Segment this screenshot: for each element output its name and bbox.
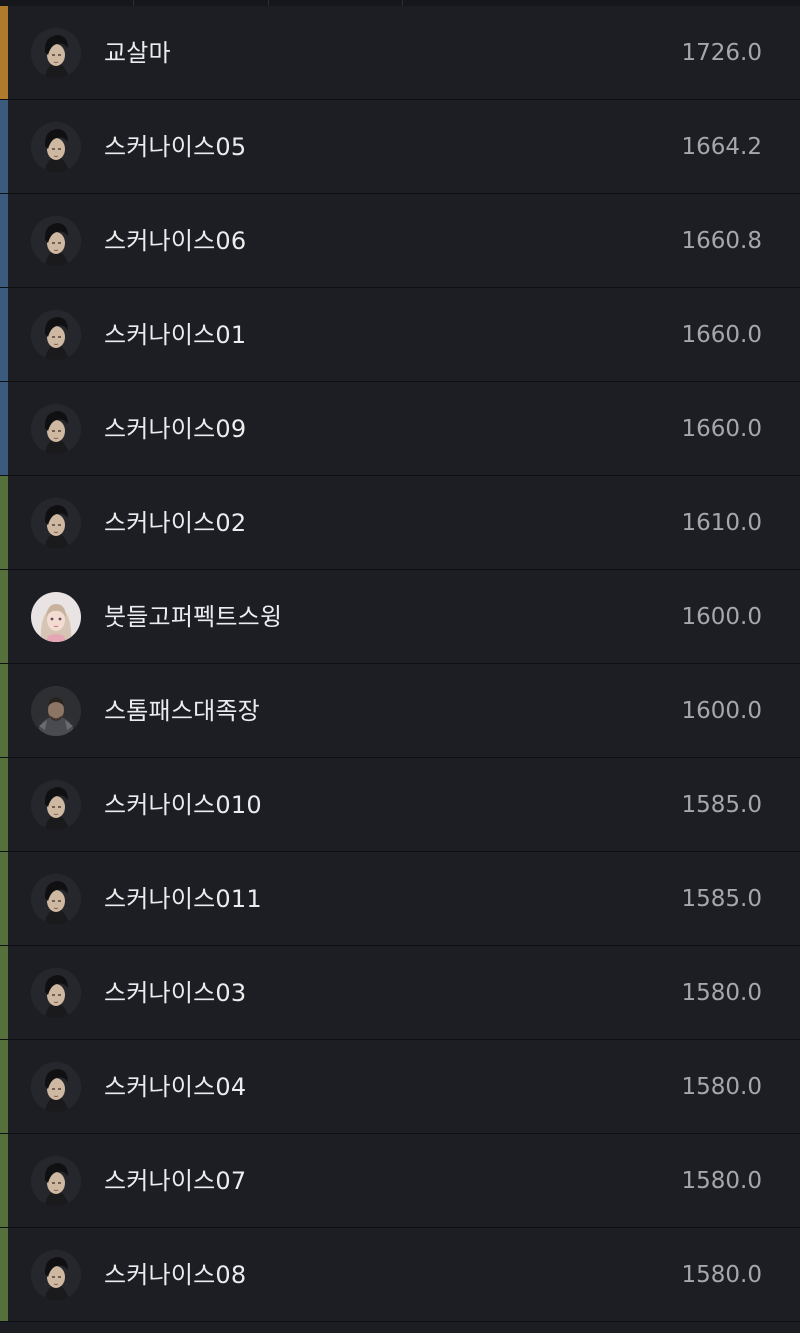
tier-indicator-blue: [0, 194, 8, 287]
player-score: 1580.0: [681, 980, 762, 1006]
ranking-row[interactable]: 교살마 1726.0: [0, 6, 800, 100]
player-name: 스커나이스09: [104, 415, 247, 443]
player-score: 1610.0: [681, 510, 762, 536]
player-name: 스커나이스010: [104, 791, 262, 819]
dark-haired-male-portrait-icon: [31, 28, 81, 78]
dark-haired-male-portrait-icon: [31, 1250, 81, 1300]
player-score: 1660.0: [681, 322, 762, 348]
player-score: 1580.0: [681, 1262, 762, 1288]
tier-indicator-green: [0, 946, 8, 1039]
player-name: 스커나이스05: [104, 133, 247, 161]
tier-indicator-green: [0, 1228, 8, 1321]
ranking-row[interactable]: 스톰패스대족장 1600.0: [0, 664, 800, 758]
ranking-row[interactable]: 스커나이스08 1580.0: [0, 1228, 800, 1322]
player-score: 1600.0: [681, 604, 762, 630]
tier-indicator-green: [0, 1040, 8, 1133]
ranking-row[interactable]: 스커나이스011 1585.0: [0, 852, 800, 946]
tier-indicator-blue: [0, 100, 8, 193]
tier-indicator-blue: [0, 382, 8, 475]
player-name: 붓들고퍼펙트스윙: [104, 603, 283, 631]
ranking-row[interactable]: 스커나이스05 1664.2: [0, 100, 800, 194]
ranking-list: 교살마 1726.0 스커나이스05 1664.2 스커나이스06 1660.8 스커나이스…: [0, 6, 800, 1322]
ranking-row[interactable]: 스커나이스02 1610.0: [0, 476, 800, 570]
tier-indicator-blue: [0, 288, 8, 381]
dark-haired-male-portrait-icon: [31, 498, 81, 548]
player-name: 스커나이스03: [104, 979, 247, 1007]
player-score: 1585.0: [681, 886, 762, 912]
tier-indicator-gold: [0, 6, 8, 99]
player-name: 스커나이스02: [104, 509, 247, 537]
player-score: 1660.8: [681, 228, 762, 254]
player-name: 스커나이스08: [104, 1261, 247, 1289]
player-name: 스톰패스대족장: [104, 697, 260, 725]
ranking-row[interactable]: 스커나이스06 1660.8: [0, 194, 800, 288]
player-name: 스커나이스04: [104, 1073, 247, 1101]
tier-indicator-green: [0, 852, 8, 945]
ranking-row[interactable]: 스커나이스09 1660.0: [0, 382, 800, 476]
armored-warrior-portrait-icon: [31, 686, 81, 736]
dark-haired-male-portrait-icon: [31, 1156, 81, 1206]
player-name: 스커나이스011: [104, 885, 262, 913]
dark-haired-male-portrait-icon: [31, 1062, 81, 1112]
tier-indicator-green: [0, 570, 8, 663]
player-name: 스커나이스01: [104, 321, 247, 349]
dark-haired-male-portrait-icon: [31, 404, 81, 454]
tier-indicator-green: [0, 476, 8, 569]
player-score: 1600.0: [681, 698, 762, 724]
ranking-row[interactable]: 스커나이스03 1580.0: [0, 946, 800, 1040]
ranking-row[interactable]: 붓들고퍼펙트스윙 1600.0: [0, 570, 800, 664]
ranking-row[interactable]: 스커나이스010 1585.0: [0, 758, 800, 852]
dark-haired-male-portrait-icon: [31, 780, 81, 830]
player-name: 스커나이스07: [104, 1167, 247, 1195]
player-score: 1580.0: [681, 1168, 762, 1194]
ranking-row[interactable]: 스커나이스04 1580.0: [0, 1040, 800, 1134]
dark-haired-male-portrait-icon: [31, 310, 81, 360]
player-score: 1660.0: [681, 416, 762, 442]
dark-haired-male-portrait-icon: [31, 968, 81, 1018]
dark-haired-male-portrait-icon: [31, 216, 81, 266]
player-name: 스커나이스06: [104, 227, 247, 255]
player-score: 1580.0: [681, 1074, 762, 1100]
ranking-row[interactable]: 스커나이스07 1580.0: [0, 1134, 800, 1228]
tier-indicator-green: [0, 1134, 8, 1227]
blonde-female-portrait-icon: [31, 592, 81, 642]
player-name: 교살마: [104, 39, 171, 67]
tier-indicator-green: [0, 664, 8, 757]
dark-haired-male-portrait-icon: [31, 874, 81, 924]
tier-indicator-green: [0, 758, 8, 851]
player-score: 1726.0: [681, 40, 762, 66]
dark-haired-male-portrait-icon: [31, 122, 81, 172]
leaderboard-screen: 교살마 1726.0 스커나이스05 1664.2 스커나이스06 1660.8 스커나이스…: [0, 0, 800, 1333]
ranking-row[interactable]: 스커나이스01 1660.0: [0, 288, 800, 382]
player-score: 1585.0: [681, 792, 762, 818]
player-score: 1664.2: [681, 134, 762, 160]
